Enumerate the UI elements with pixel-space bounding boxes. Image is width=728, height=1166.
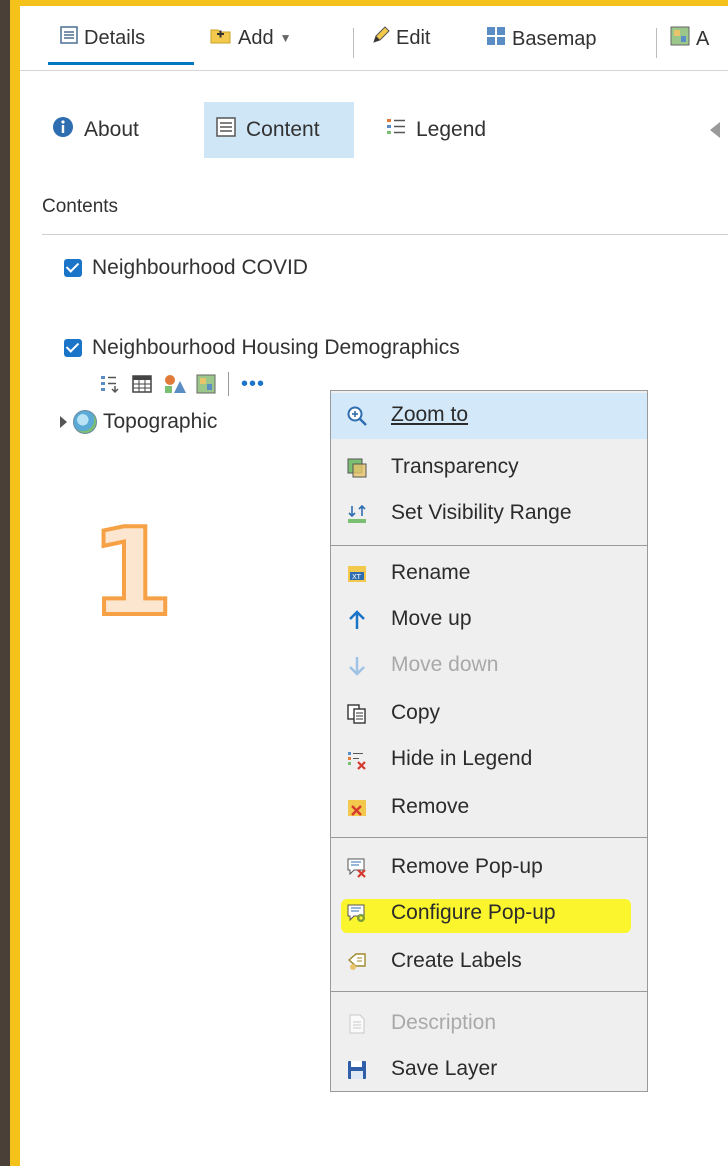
menu-item-move-down: Move down xyxy=(331,643,647,689)
tab-content-label: Content xyxy=(246,118,320,141)
basemap-layer-name: Topographic xyxy=(103,410,218,433)
layer-name: Neighbourhood Housing Demographics xyxy=(92,336,460,359)
arrow-down-icon xyxy=(347,656,367,676)
details-active-indicator xyxy=(48,62,194,65)
zoom-in-icon xyxy=(347,406,367,426)
layer-name: Neighbourhood COVID xyxy=(92,256,308,279)
menu-item-label: Create Labels xyxy=(391,949,522,972)
menu-item-label: Remove xyxy=(391,795,470,818)
edit-label: Edit xyxy=(396,26,431,49)
menu-item-transparency[interactable]: Transparency xyxy=(331,445,647,491)
visibility-range-icon xyxy=(347,504,367,524)
tab-legend-label: Legend xyxy=(416,118,487,141)
description-icon xyxy=(347,1014,367,1034)
expand-arrow-icon[interactable] xyxy=(60,416,67,428)
save-icon xyxy=(347,1060,367,1080)
details-button[interactable]: Details xyxy=(60,26,145,50)
add-button[interactable]: Add ▼ xyxy=(210,26,291,50)
menu-item-copy[interactable]: Copy xyxy=(331,691,647,737)
layer-tools-row: ••• xyxy=(100,372,265,396)
basemap-grid-icon xyxy=(486,26,506,52)
collapse-panel-icon[interactable] xyxy=(710,122,720,138)
menu-item-hide-in-legend[interactable]: Hide in Legend xyxy=(331,737,647,783)
contents-heading: Contents xyxy=(42,196,119,217)
menu-divider xyxy=(331,991,647,992)
pencil-icon xyxy=(372,26,390,50)
rename-icon: XT xyxy=(347,564,367,584)
menu-item-remove-popup[interactable]: Remove Pop-up xyxy=(331,845,647,891)
analysis-label: A xyxy=(696,27,710,50)
basemap-layer-row[interactable]: Topographic xyxy=(60,410,217,434)
copy-icon xyxy=(347,704,367,724)
details-label: Details xyxy=(84,26,146,49)
menu-item-remove[interactable]: Remove xyxy=(331,785,647,831)
layer-context-menu: Zoom to Transparency Set Visibility Rang… xyxy=(330,390,648,1092)
menu-item-label: Rename xyxy=(391,561,471,584)
menu-item-label: Save Layer xyxy=(391,1057,498,1080)
layer-neighbourhood-housing[interactable]: Neighbourhood Housing Demographics xyxy=(64,336,460,360)
map-viewer-panel: Details Add ▼ Edit Basemap A About Conte… xyxy=(20,6,728,1166)
chevron-down-icon: ▼ xyxy=(279,31,292,45)
menu-item-label: Set Visibility Range xyxy=(391,501,572,524)
menu-item-zoom-to[interactable]: Zoom to xyxy=(331,393,647,439)
add-layer-icon xyxy=(210,26,232,50)
analysis-button[interactable]: A xyxy=(670,26,709,52)
details-icon xyxy=(60,26,78,50)
transparency-icon xyxy=(347,458,367,478)
top-toolbar: Details Add ▼ Edit Basemap A xyxy=(20,6,728,71)
menu-item-label: Description xyxy=(391,1011,497,1034)
add-label: Add xyxy=(238,26,274,49)
menu-item-rename[interactable]: XT Rename xyxy=(331,551,647,597)
content-list-icon xyxy=(216,117,236,143)
menu-item-label: Configure Pop-up xyxy=(391,901,556,924)
basemap-button[interactable]: Basemap xyxy=(486,26,597,52)
menu-item-move-up[interactable]: Move up xyxy=(331,597,647,643)
basemap-label: Basemap xyxy=(512,27,597,50)
change-style-icon[interactable] xyxy=(164,374,186,394)
menu-item-create-labels[interactable]: Create Labels xyxy=(331,939,647,985)
menu-item-label: Move down xyxy=(391,653,499,676)
remove-popup-icon xyxy=(347,858,367,878)
hide-legend-icon xyxy=(347,750,367,770)
menu-divider xyxy=(331,837,647,838)
menu-item-label: Zoom to xyxy=(391,403,469,426)
show-legend-icon[interactable] xyxy=(100,374,120,394)
analysis-map-icon xyxy=(670,26,690,52)
arrow-up-icon xyxy=(347,610,367,630)
menu-item-configure-popup[interactable]: Configure Pop-up xyxy=(331,891,647,937)
more-options-button[interactable]: ••• xyxy=(241,374,265,394)
layer-visibility-checkbox[interactable] xyxy=(64,339,82,357)
layer-visibility-checkbox[interactable] xyxy=(64,259,82,277)
menu-item-save-layer[interactable]: Save Layer xyxy=(331,1047,647,1093)
perform-analysis-icon[interactable] xyxy=(196,374,216,394)
tab-content[interactable]: Content xyxy=(204,102,354,158)
layer-neighbourhood-covid[interactable]: Neighbourhood COVID xyxy=(64,256,308,280)
svg-text:XT: XT xyxy=(352,573,362,581)
menu-item-label: Transparency xyxy=(391,455,519,478)
contents-divider xyxy=(42,234,728,235)
menu-divider xyxy=(331,545,647,546)
toolbar-divider xyxy=(353,28,354,58)
globe-icon xyxy=(73,410,97,434)
edit-button[interactable]: Edit xyxy=(372,26,430,50)
step-number-annotation: 1 xyxy=(88,504,175,643)
legend-icon xyxy=(386,117,406,143)
remove-layer-icon xyxy=(347,798,367,818)
toolbar-divider xyxy=(656,28,657,58)
configure-popup-icon xyxy=(347,904,367,924)
info-icon xyxy=(52,116,74,144)
menu-item-label: Remove Pop-up xyxy=(391,855,543,878)
create-labels-icon xyxy=(347,952,367,972)
menu-item-description: Description xyxy=(331,1001,647,1047)
tools-divider xyxy=(228,372,229,396)
tab-about[interactable]: About xyxy=(40,102,151,158)
attribute-table-icon[interactable] xyxy=(132,374,152,394)
menu-item-label: Hide in Legend xyxy=(391,747,533,770)
menu-item-label: Move up xyxy=(391,607,472,630)
menu-item-set-visibility-range[interactable]: Set Visibility Range xyxy=(331,491,647,537)
tab-about-label: About xyxy=(84,118,139,141)
tab-legend[interactable]: Legend xyxy=(374,102,498,158)
menu-item-label: Copy xyxy=(391,701,441,724)
